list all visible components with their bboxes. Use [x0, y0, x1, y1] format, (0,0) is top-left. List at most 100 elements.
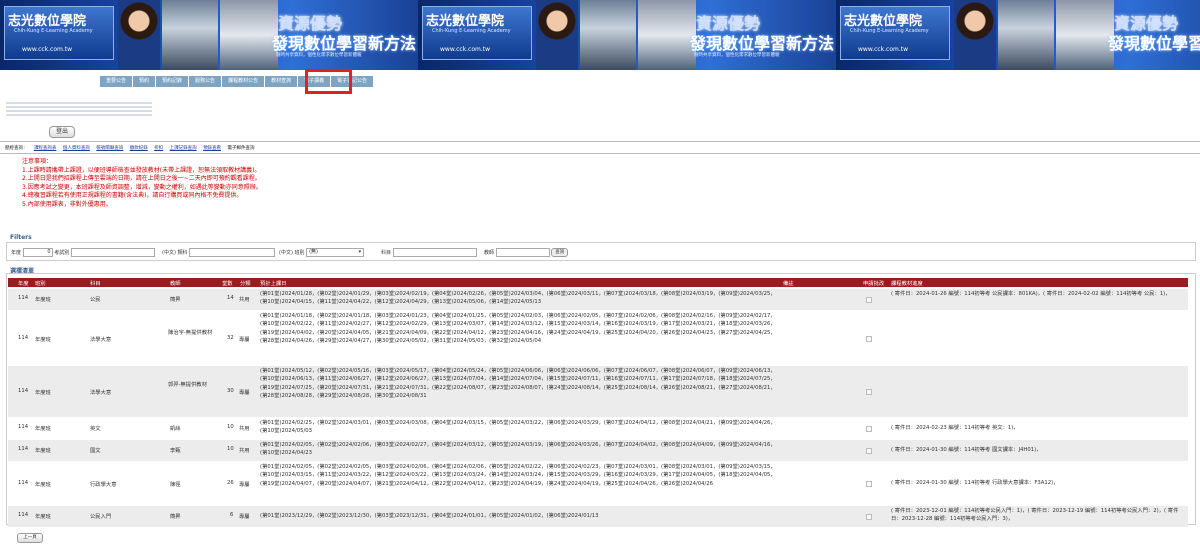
- nav-item-course-materials-notice[interactable]: 課程教材公告: [222, 76, 266, 87]
- notice-list: 注意事項： 1.上課時請攜帶上課證，以便班導師檢查並發放教材(未帶上課證，恕無法…: [22, 158, 262, 210]
- subnav-personal-info[interactable]: 個人資料查詢: [63, 146, 90, 151]
- banner-segment: 志光數位學院 Chih-Kung E-Learning Academy www.…: [836, 0, 1200, 70]
- notice-item: 1.上課時請攜帶上課證，以便班導師檢查並發放教材(未帶上課證，恕無法領取教材講義…: [22, 166, 261, 174]
- banner-slogan-main: 發現數位學習新方法: [1108, 34, 1200, 53]
- teacher-input[interactable]: [495, 248, 550, 257]
- row-class: 年度班: [35, 482, 51, 488]
- teacher-label: 教師: [484, 250, 495, 256]
- logo-url: www.cck.com.tw: [858, 46, 909, 53]
- site-banner: 志光數位學院 Chih-Kung E-Learning Academy www.…: [0, 0, 1200, 70]
- subject-label: 科目: [381, 250, 392, 256]
- row-progress: ( 寄件日：2024-01-26 編號：114初等考 公民課本：801KA)，(…: [891, 291, 1171, 297]
- row-hours: 6: [230, 512, 234, 518]
- table-row: 114 年度班 法學大意 郭羿-無提供教材 30 專屬 (第01堂)2024/0…: [8, 366, 1188, 417]
- class-select-value: (無): [309, 249, 318, 255]
- nav-item-announcements[interactable]: 重要公告: [100, 76, 134, 87]
- subnav-discount[interactable]: 折扣: [154, 146, 163, 151]
- subject-input[interactable]: [392, 248, 477, 257]
- row-progress: ( 寄件日：2024-01-30 編號：114初等考 國文課本：J4H01)，: [891, 447, 1042, 453]
- category-input[interactable]: [189, 248, 276, 257]
- logo-url: www.cck.com.tw: [440, 46, 491, 53]
- row-type: 共用: [239, 448, 250, 454]
- row-dates: (第01堂)2024/02/25，(第02堂)2024/03/01，(第03堂)…: [260, 420, 776, 435]
- col-class: 班別: [35, 281, 46, 287]
- subnav-course-table[interactable]: 課程查詢表: [34, 146, 57, 151]
- exam-type-input[interactable]: [70, 248, 155, 257]
- sub-nav: 歷經查詢： 課程查詢表 個人資料查詢 帳號關聯查詢 繳款紀錄 折扣 上課記錄查詢…: [5, 145, 260, 151]
- apply-checkbox[interactable]: [866, 297, 872, 303]
- banner-segment: 志光數位學院 Chih-Kung E-Learning Academy www.…: [0, 0, 418, 70]
- row-teacher: 李甄: [170, 448, 181, 454]
- col-type: 分類: [240, 281, 251, 287]
- subnav-email-query[interactable]: 電子郵件查詢: [228, 146, 255, 151]
- row-class: 年度班: [35, 448, 51, 454]
- row-type: 專屬: [239, 482, 250, 488]
- apply-checkbox[interactable]: [866, 426, 872, 432]
- row-teacher: 郭羿-無提供教材: [168, 382, 207, 388]
- apply-checkbox[interactable]: [866, 481, 872, 487]
- row-class: 年度班: [35, 390, 51, 396]
- row-year: 114: [18, 512, 29, 518]
- col-subject: 科目: [90, 281, 101, 287]
- exam-type-label: 考試別: [54, 250, 70, 256]
- col-teacher: 教師: [170, 281, 181, 287]
- query-button[interactable]: 查詢: [551, 248, 569, 257]
- notice-item: 4.總複習課程若有使用正規課程的書籍(含法典)，請自行購買或同內格不免費提供。: [22, 192, 243, 200]
- nav-item-reservation-records[interactable]: 預約記錄: [156, 76, 190, 87]
- row-progress: ( 寄件日：2023-12-01 編號：114初等考公民入門：1)，( 寄件日：…: [891, 508, 1179, 523]
- notice-item: 2.上開日是我們招課程上傳至雲端的日期，請在上開日之後一~二天內即可預約觀看課程…: [22, 175, 261, 183]
- apply-checkbox[interactable]: [866, 448, 872, 454]
- row-dates: (第01堂)2023/12/29，(第02堂)2023/12/30，(第03堂)…: [260, 513, 599, 519]
- row-subject: 行政學大意: [90, 482, 117, 488]
- row-class: 年度班: [35, 297, 51, 303]
- logo-text: 志光數位學院: [426, 14, 505, 29]
- logout-button[interactable]: 登出: [49, 126, 75, 138]
- nav-item-materials-query[interactable]: 教材查詢: [265, 76, 299, 87]
- banner-photo-classroom: [638, 0, 696, 70]
- nav-item-service-notice[interactable]: 服務公告: [189, 76, 223, 87]
- year-input[interactable]: 0: [22, 248, 53, 257]
- banner-photo-classroom: [1056, 0, 1114, 70]
- row-type: 專屬: [239, 514, 250, 520]
- notice-title: 注意事項：: [22, 158, 53, 165]
- apply-checkbox[interactable]: [866, 336, 872, 342]
- class-select[interactable]: (無) ▾: [306, 248, 365, 257]
- row-subject: 英文: [90, 426, 101, 432]
- banner-photo-classroom: [220, 0, 278, 70]
- col-hours: 堂數: [222, 281, 233, 287]
- highlight-box: [305, 69, 352, 94]
- previous-page-button[interactable]: 上一頁: [17, 533, 43, 543]
- row-progress: ( 寄件日：2024-01-30 編號：114初等考 行政學大意課本：F3A12…: [891, 480, 1059, 486]
- row-year: 114: [18, 446, 29, 452]
- subnav-class-records[interactable]: 上課記錄查詢: [170, 146, 197, 151]
- row-year: 114: [18, 295, 29, 301]
- row-progress: ( 寄件日：2024-02-23 編號：114初等考 英文：1)，: [891, 425, 1019, 431]
- year-label: 年度: [11, 250, 22, 256]
- apply-checkbox[interactable]: [866, 514, 872, 520]
- row-hours: 32: [227, 335, 234, 341]
- logo-url: www.cck.com.tw: [22, 46, 73, 53]
- banner-slogan-small: 隨時共享資料，個性化需求數位學習新體驗: [694, 53, 780, 58]
- row-teacher: 凱絲: [170, 426, 181, 432]
- banner-photo-person: [536, 0, 578, 70]
- subnav-account-link[interactable]: 帳號關聯查詢: [96, 146, 123, 151]
- table-row: 114 年度班 英文 凱絲 10 共用 (第01堂)2024/02/25，(第0…: [8, 418, 1188, 439]
- banner-photo-computers: [162, 0, 218, 70]
- table-row: 114 年度班 法學大意 陳治宇-無提供教材 32 專屬 (第01堂)2024/…: [8, 311, 1188, 365]
- nav-item-reservation[interactable]: 預約: [133, 76, 157, 87]
- banner-photo-computers: [580, 0, 636, 70]
- row-dates: (第01堂)2024/01/18，(第02堂)2024/01/18，(第03堂)…: [260, 313, 776, 344]
- row-dates: (第01堂)2024/01/28，(第02堂)2024/01/29，(第03堂)…: [260, 291, 776, 306]
- subnav-payment-records[interactable]: 繳款紀錄: [130, 146, 148, 151]
- logo-subtitle: Chih-Kung E-Learning Academy: [14, 28, 93, 34]
- row-type: 共用: [239, 426, 250, 432]
- subnav-preview[interactable]: 預錄查看: [203, 146, 221, 151]
- banner-photo-person: [118, 0, 160, 70]
- row-year: 114: [18, 424, 29, 430]
- apply-checkbox[interactable]: [866, 389, 872, 395]
- row-subject: 法學大意: [90, 390, 112, 396]
- row-subject: 公民入門: [90, 514, 112, 520]
- row-class: 年度班: [35, 514, 51, 520]
- row-type: 專屬: [239, 390, 250, 396]
- banner-slogan-small: 隨時共享資料，個性化需求數位學習新體驗: [276, 53, 362, 58]
